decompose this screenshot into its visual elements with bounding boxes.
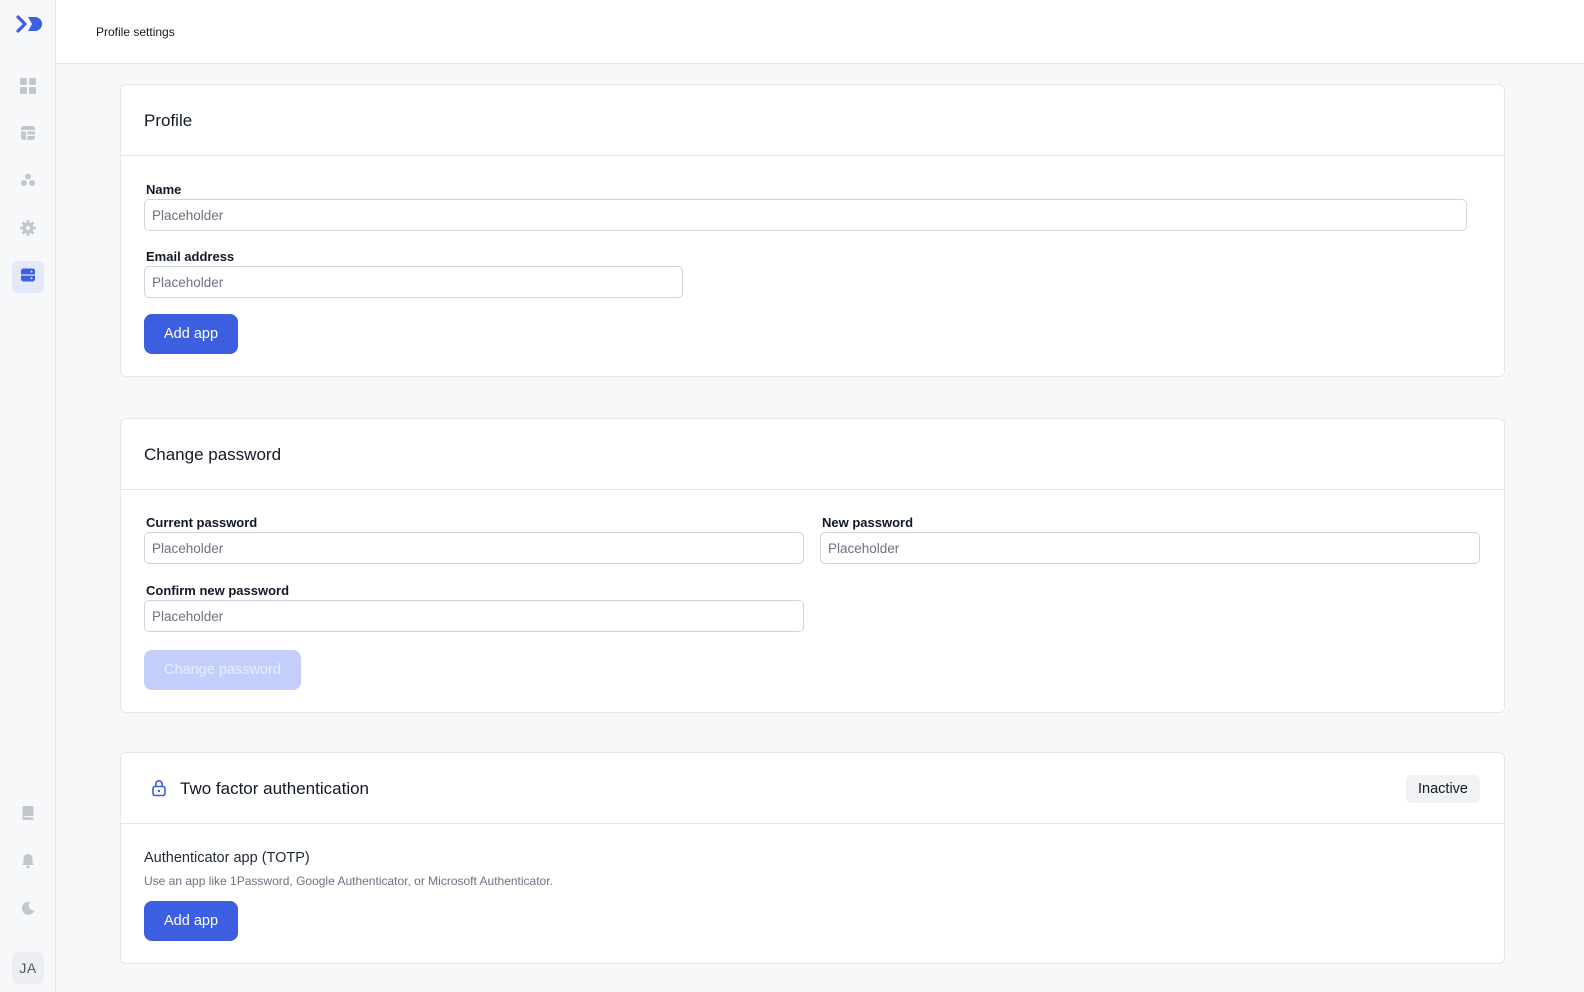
dashboard-grid-icon: [19, 77, 37, 100]
sidebar-item-servers[interactable]: [12, 261, 44, 293]
email-label: Email address: [146, 249, 235, 264]
avatar[interactable]: JA: [12, 952, 44, 984]
change-password-card: Change password Current password New pas…: [120, 418, 1505, 713]
profile-card-title: Profile: [144, 111, 193, 130]
sidebar-item-tables[interactable]: [12, 119, 44, 151]
name-label: Name: [146, 182, 182, 197]
current-password-input[interactable]: [144, 532, 804, 564]
totp-method-title: Authenticator app (TOTP): [144, 850, 310, 866]
confirm-password-input[interactable]: [144, 600, 804, 632]
status-badge: Inactive: [1406, 775, 1480, 803]
confirm-password-label: Confirm new password: [146, 583, 290, 598]
server-icon: [19, 266, 37, 289]
email-input[interactable]: [144, 266, 683, 298]
profile-card-header: Profile: [121, 85, 1504, 156]
add-authenticator-app-button[interactable]: Add app: [144, 901, 239, 941]
current-password-label: Current password: [146, 515, 258, 530]
sidebar-item-notifications[interactable]: [12, 847, 44, 879]
book-icon: [19, 804, 37, 827]
sidebar-item-docs[interactable]: [12, 799, 44, 831]
sidebar-item-settings[interactable]: [12, 214, 44, 246]
app-logo-icon[interactable]: [16, 14, 42, 34]
change-password-button[interactable]: Change password: [144, 650, 301, 690]
change-password-card-title: Change password: [144, 445, 282, 464]
profile-card: Profile Name Email address Add app: [120, 84, 1505, 377]
new-password-input[interactable]: [820, 532, 1480, 564]
two-factor-card: Two factor authentication Inactive Authe…: [120, 752, 1505, 964]
add-app-button[interactable]: Add app: [144, 314, 239, 354]
users-icon: [19, 171, 37, 194]
name-input[interactable]: [144, 199, 1467, 231]
totp-method-description: Use an app like 1Password, Google Authen…: [144, 874, 553, 888]
sidebar-item-users[interactable]: [12, 166, 44, 198]
two-factor-card-header: Two factor authentication Inactive: [121, 753, 1504, 824]
sidebar-item-dashboard[interactable]: [12, 72, 44, 104]
top-bar: Profile settings: [56, 0, 1584, 64]
two-factor-card-title: Two factor authentication: [180, 779, 370, 798]
table-icon: [19, 124, 37, 147]
bell-icon: [19, 852, 37, 875]
lock-icon: [151, 779, 167, 797]
change-password-card-header: Change password: [121, 419, 1504, 490]
new-password-label: New password: [822, 515, 914, 530]
theme-toggle-button[interactable]: [12, 894, 44, 926]
moon-icon: [19, 899, 37, 922]
page-title: Profile settings: [96, 25, 175, 39]
gear-icon: [19, 219, 37, 242]
sidebar: JA: [0, 0, 56, 992]
